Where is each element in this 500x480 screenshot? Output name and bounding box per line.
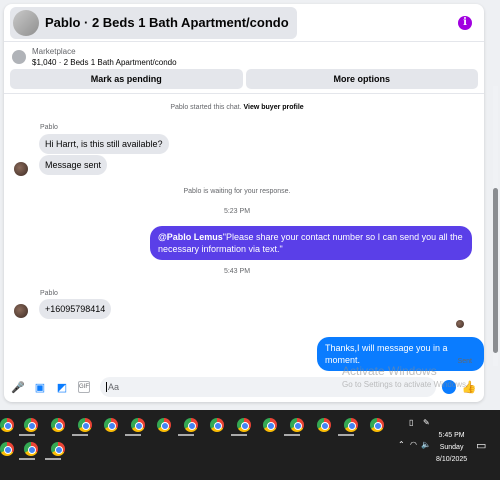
waiting-notice: Pablo is waiting for your response. — [183, 188, 291, 195]
taskbar: ▯ ✎ ⌃ ◠ 🔈 ▭ — [0, 410, 500, 480]
chrome-icon[interactable] — [24, 418, 38, 432]
chrome-icon[interactable] — [344, 418, 358, 432]
sticker-icon[interactable]: ◩ — [56, 381, 68, 394]
outgoing-message[interactable]: @Pablo Lemus"Please share your contact n… — [150, 226, 472, 260]
seen-avatar — [456, 320, 464, 328]
tray-edit-icon[interactable]: ✎ — [423, 418, 430, 427]
chrome-icon[interactable] — [0, 442, 14, 456]
chat-title-button[interactable]: Pablo · 2 Beds 1 Bath Apartment/condo — [10, 6, 297, 39]
running-indicator — [19, 458, 35, 460]
sender-name: Pablo — [40, 124, 58, 131]
mention[interactable]: @Pablo Lemus — [158, 232, 223, 242]
listing-thumbnail — [12, 50, 26, 64]
chevron-up-icon[interactable]: ⌃ — [398, 440, 405, 449]
running-indicator — [178, 434, 194, 436]
chrome-icon[interactable] — [78, 418, 92, 432]
clock-date: 8/10/2025 — [436, 456, 468, 463]
chat-started-notice: Pablo started this chat. View buyer prof… — [4, 104, 470, 111]
chat-window: Pablo · 2 Beds 1 Bath Apartment/condo i … — [4, 4, 484, 402]
chrome-icon[interactable] — [317, 418, 331, 432]
chrome-icon[interactable] — [263, 418, 277, 432]
gif-icon[interactable]: GIF — [78, 381, 90, 393]
chrome-icon[interactable] — [51, 442, 65, 456]
chrome-icon[interactable] — [210, 418, 224, 432]
chrome-icon[interactable] — [131, 418, 145, 432]
timestamp: 5:43 PM — [223, 268, 251, 275]
timestamp: 5:23 PM — [223, 208, 251, 215]
sender-avatar[interactable] — [14, 162, 28, 176]
chrome-icon[interactable] — [24, 442, 38, 456]
marketplace-label: Marketplace — [32, 47, 76, 56]
incoming-message[interactable]: Message sent — [39, 155, 108, 175]
chat-header: Pablo · 2 Beds 1 Bath Apartment/condo i — [4, 4, 484, 42]
watermark-subtitle: Go to Settings to activate Windows. — [342, 380, 469, 389]
chrome-icon[interactable] — [0, 418, 14, 432]
chat-started-text: Pablo started this chat. — [170, 104, 244, 111]
image-icon[interactable]: ▣ — [34, 381, 46, 394]
chrome-icon[interactable] — [370, 418, 384, 432]
running-indicator — [338, 434, 354, 436]
chrome-icon[interactable] — [157, 418, 171, 432]
text-caret — [106, 382, 107, 392]
activate-windows-watermark: Activate Windows Go to Settings to activ… — [342, 364, 468, 389]
message-list: Pablo started this chat. View buyer prof… — [4, 94, 484, 372]
chrome-icon[interactable] — [237, 418, 251, 432]
sender-name: Pablo — [40, 290, 58, 297]
running-indicator — [125, 434, 141, 436]
incoming-message[interactable]: +16095798414 — [39, 299, 112, 319]
listing-avatar — [13, 9, 39, 36]
clock-time: 5:45 PM — [438, 432, 465, 439]
watermark-title: Activate Windows — [342, 364, 437, 378]
chrome-icon[interactable] — [290, 418, 304, 432]
clock-day: Sunday — [439, 444, 464, 451]
more-options-button[interactable]: More options — [245, 69, 478, 89]
scrollbar-thumb[interactable] — [493, 188, 498, 353]
taskbar-clock[interactable]: 5:45 PM Sunday 8/10/2025 — [436, 430, 467, 466]
listing-summary[interactable]: Marketplace $1,040 · 2 Beds 1 Bath Apart… — [4, 42, 484, 69]
chrome-icon[interactable] — [51, 418, 65, 432]
info-icon[interactable]: i — [458, 16, 472, 30]
chrome-icon[interactable] — [104, 418, 118, 432]
listing-actions: Mark as pending More options — [4, 69, 484, 89]
volume-icon[interactable]: 🔈 — [421, 440, 431, 449]
view-buyer-profile-link[interactable]: View buyer profile — [243, 104, 303, 111]
running-indicator — [231, 434, 247, 436]
running-indicator — [72, 434, 88, 436]
tray-device-icon[interactable]: ▯ — [409, 418, 413, 427]
listing-description: $1,040 · 2 Beds 1 Bath Apartment/condo — [32, 58, 177, 67]
wifi-icon[interactable]: ◠ — [410, 440, 417, 449]
chat-title: Pablo · 2 Beds 1 Bath Apartment/condo — [45, 15, 289, 30]
scrollbar[interactable] — [493, 86, 498, 366]
input-placeholder: Aa — [108, 382, 120, 392]
incoming-message[interactable]: Hi Harrt, is this still available? — [39, 134, 169, 154]
chrome-icon[interactable] — [184, 418, 198, 432]
running-indicator — [284, 434, 300, 436]
notification-icon[interactable]: ▭ — [476, 439, 486, 452]
sender-avatar[interactable] — [14, 304, 28, 318]
running-indicator — [45, 458, 61, 460]
mark-pending-button[interactable]: Mark as pending — [10, 69, 243, 89]
microphone-icon[interactable]: 🎤 — [11, 381, 25, 394]
running-indicator — [19, 434, 35, 436]
